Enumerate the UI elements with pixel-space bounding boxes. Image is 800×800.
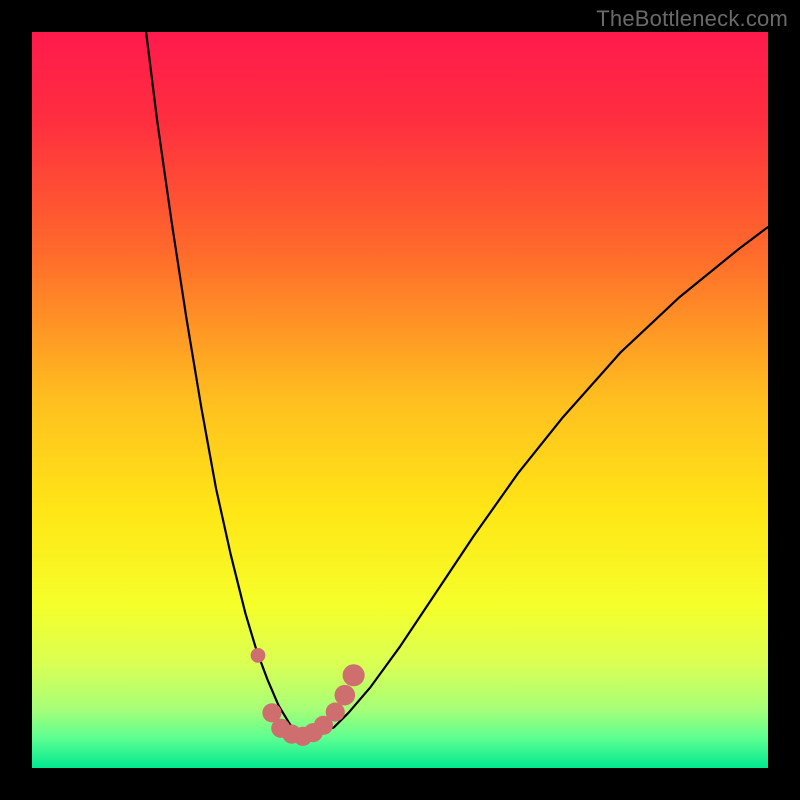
watermark-text: TheBottleneck.com bbox=[596, 6, 788, 32]
marker-dot bbox=[343, 664, 365, 686]
marker-dot bbox=[326, 702, 345, 721]
marker-dot bbox=[335, 685, 356, 706]
outer-frame: TheBottleneck.com bbox=[0, 0, 800, 800]
plot-area bbox=[32, 32, 768, 768]
marker-dot bbox=[251, 648, 266, 663]
chart-svg bbox=[32, 32, 768, 768]
gradient-background bbox=[32, 32, 768, 768]
